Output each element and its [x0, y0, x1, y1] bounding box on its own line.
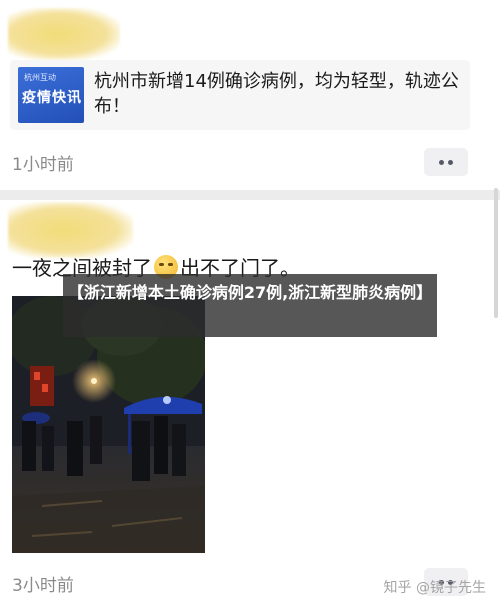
- feed-post: 一夜之间被封了 出不了门了。 3小时前: [0, 200, 500, 611]
- post-timestamp: 3小时前: [12, 576, 74, 596]
- dot-icon: [448, 159, 453, 165]
- shared-link-card[interactable]: 杭州互动 疫情快讯 杭州市新增14例确诊病例，均为轻型，轨迹公布！: [10, 60, 470, 130]
- dot-icon: [439, 159, 444, 165]
- thumbnail-main-text: 疫情快讯: [22, 90, 82, 106]
- link-thumbnail: 杭州互动 疫情快讯: [18, 67, 84, 123]
- scrollbar[interactable]: [494, 188, 498, 318]
- blurred-avatar[interactable]: [8, 202, 133, 258]
- blurred-avatar[interactable]: [8, 8, 120, 60]
- thumbnail-small-text: 杭州互动: [24, 73, 56, 82]
- news-caption-overlay: 【浙江新增本土确诊病例27例,浙江新型肺炎病例】: [63, 274, 437, 337]
- link-title: 杭州市新增14例确诊病例，均为轻型，轨迹公布！: [94, 71, 459, 117]
- feed-post: 杭州互动 疫情快讯 杭州市新增14例确诊病例，均为轻型，轨迹公布！ 1小时前: [0, 0, 500, 190]
- source-watermark: 知乎 @镜子先生: [383, 580, 486, 596]
- more-options-button[interactable]: [424, 148, 468, 176]
- post-divider: [0, 190, 500, 200]
- post-timestamp: 1小时前: [12, 155, 74, 175]
